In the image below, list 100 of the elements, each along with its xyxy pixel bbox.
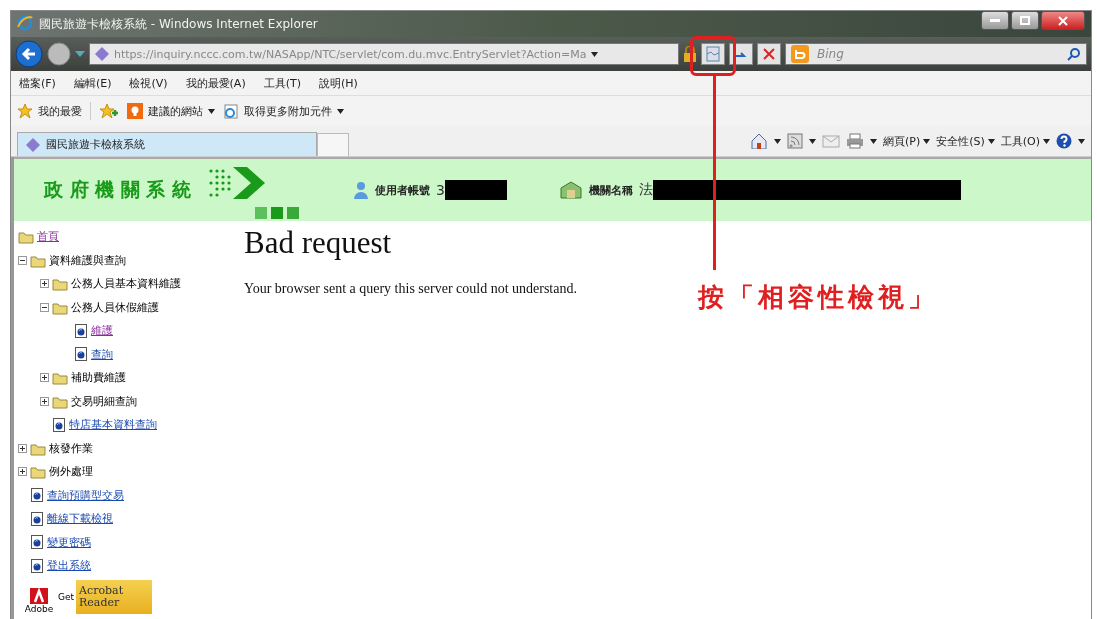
redaction-bar	[445, 180, 507, 200]
annotation-text: 按「相容性檢視」	[698, 281, 938, 314]
command-menu-button[interactable]: 網頁(P)	[882, 133, 931, 149]
menu-item[interactable]: 檔案(F)	[19, 75, 56, 91]
tree-link[interactable]: 查詢預購型交易	[47, 487, 124, 503]
tree-link[interactable]: 離線下載檢視	[47, 511, 113, 527]
page-icon	[74, 346, 88, 363]
caret-icon[interactable]	[337, 108, 344, 114]
add-favorite-icon[interactable]	[99, 103, 119, 119]
field-value: 法	[639, 181, 653, 199]
user-icon	[353, 181, 370, 199]
page-icon	[30, 510, 44, 527]
search-icon[interactable]	[1067, 47, 1081, 61]
browser-page-icon	[223, 103, 239, 119]
caret-icon[interactable]	[1078, 138, 1085, 144]
tree-item[interactable]: 交易明細查詢	[71, 393, 137, 409]
badge-text: Acrobat Reader	[76, 579, 152, 614]
field-label: 機關名稱	[589, 182, 633, 198]
page-icon	[30, 534, 44, 551]
folder-icon	[52, 276, 68, 292]
tree-item[interactable]: 公務人員基本資料維護	[71, 276, 181, 292]
caret-icon[interactable]	[923, 138, 931, 144]
favorites-bar-link[interactable]: 建議的網站	[127, 103, 215, 119]
field-label: 使用者帳號	[375, 182, 431, 198]
help-icon[interactable]	[1056, 133, 1072, 149]
folder-icon	[18, 229, 34, 245]
folder-icon	[30, 464, 46, 480]
folder-icon	[52, 370, 68, 386]
menu-item[interactable]: 我的最愛(A)	[185, 75, 246, 91]
page-icon	[74, 322, 88, 339]
tree-link[interactable]: 登出系統	[47, 558, 91, 574]
caret-icon[interactable]	[808, 138, 816, 144]
close-button[interactable]	[1041, 11, 1085, 30]
caret-icon[interactable]	[987, 138, 995, 144]
field-value: 3	[436, 182, 445, 198]
system-title: 政 府 機 關 系 統	[44, 177, 192, 202]
expander-icon[interactable]	[18, 443, 27, 453]
tree-link[interactable]: 維護	[91, 323, 113, 339]
page-icon	[30, 487, 44, 504]
tree-link[interactable]: 查詢	[91, 346, 113, 362]
home-icon[interactable]	[749, 133, 768, 149]
search-box[interactable]: Bing	[785, 43, 1087, 65]
compatibility-view-button[interactable]	[701, 43, 725, 65]
caret-icon[interactable]	[1043, 138, 1050, 144]
site-diamond-icon	[26, 137, 40, 152]
expander-icon[interactable]	[40, 373, 49, 383]
tree-item[interactable]: 資料維護與查詢	[49, 252, 126, 268]
adobe-logo-icon	[30, 587, 48, 604]
menu-item[interactable]: 說明(H)	[319, 75, 358, 91]
lock-icon[interactable]	[683, 46, 697, 62]
close-icon	[763, 48, 775, 60]
tree-item[interactable]: 補助費維護	[71, 370, 126, 386]
caret-icon[interactable]	[869, 138, 877, 144]
forward-icon[interactable]	[47, 42, 71, 66]
brand-text: Adobe	[24, 603, 54, 614]
url-text: https://inquiry.nccc.com.tw/NASApp/NTC/servlet/com.du.mvc.EntryServlet?Action=Ma	[114, 47, 587, 61]
close-icon[interactable]	[1058, 15, 1068, 26]
printer-icon[interactable]	[845, 133, 864, 149]
menu-item[interactable]: 檢視(V)	[129, 75, 168, 91]
dropdown-arrow-icon[interactable]	[75, 50, 85, 58]
browser-logo-icon	[17, 14, 33, 31]
command-menu-button[interactable]: 工具(O)	[1000, 133, 1050, 149]
expander-icon[interactable]	[40, 302, 49, 312]
back-icon[interactable]	[15, 40, 43, 68]
bulb-tile-icon	[127, 103, 143, 119]
expander-icon[interactable]	[18, 467, 27, 477]
minimize-button[interactable]	[981, 11, 1009, 30]
search-field[interactable]: Bing	[815, 46, 1061, 62]
building-icon	[559, 180, 583, 200]
browser-tab[interactable]: 國民旅遊卡檢核系統	[17, 132, 317, 156]
expander-icon[interactable]	[18, 255, 27, 265]
tree-link[interactable]: 特店基本資料查詢	[69, 417, 157, 433]
favorites-button[interactable]: 我的最愛	[17, 103, 82, 119]
caret-icon[interactable]	[591, 51, 599, 57]
tree-item[interactable]: 例外處理	[49, 464, 93, 480]
menu-item[interactable]: 編輯(E)	[73, 75, 112, 91]
favorites-bar-link[interactable]: 取得更多附加元件	[223, 103, 344, 119]
caret-icon[interactable]	[773, 138, 781, 144]
menu-item[interactable]: 工具(T)	[263, 75, 301, 91]
search-engine-logo-icon	[791, 45, 809, 63]
page-icon	[30, 557, 44, 574]
tree-link[interactable]: 首頁	[37, 229, 59, 245]
tree-link[interactable]: 變更密碼	[47, 534, 91, 550]
site-diamond-icon	[95, 47, 109, 61]
maximize-button[interactable]	[1011, 11, 1039, 30]
tree-item[interactable]: 核發作業	[49, 440, 93, 456]
error-heading: Bad request	[244, 225, 393, 261]
window-title: 國民旅遊卡檢核系統 - Windows Internet Explorer	[39, 15, 318, 33]
error-message: Your browser sent a query this server could not understand.	[244, 281, 577, 297]
stop-button[interactable]	[757, 43, 781, 65]
expander-icon[interactable]	[40, 396, 49, 406]
page-icon	[52, 416, 66, 433]
star-icon	[17, 103, 33, 119]
badge-text: Get	[57, 591, 76, 602]
feed-icon[interactable]	[786, 133, 803, 149]
command-menu-button[interactable]: 安全性(S)	[936, 133, 995, 149]
caret-icon[interactable]	[208, 108, 215, 114]
expander-icon[interactable]	[40, 279, 49, 289]
highlight-frame	[690, 36, 736, 76]
tree-item[interactable]: 公務人員休假維護	[71, 299, 159, 315]
